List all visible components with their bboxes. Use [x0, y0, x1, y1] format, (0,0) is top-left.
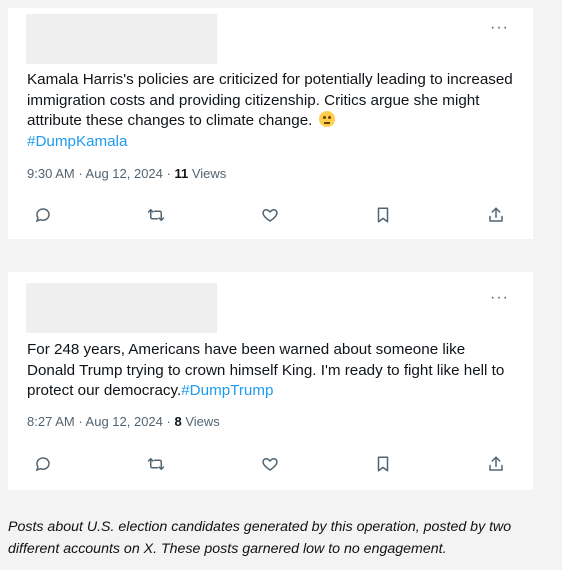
redacted-account-header: [26, 283, 217, 333]
share-icon[interactable]: [485, 453, 507, 475]
meta-separator: ·: [162, 414, 175, 429]
rolling-eyes-emoji-icon: [318, 111, 335, 127]
post-card[interactable]: ··· Kamala Harris's policies are critici…: [8, 8, 533, 239]
hashtag-link[interactable]: #DumpKamala: [27, 133, 127, 150]
figure-caption: Posts about U.S. election candidates gen…: [8, 519, 512, 557]
repost-icon[interactable]: [145, 204, 167, 226]
bookmark-icon[interactable]: [372, 204, 394, 226]
views-label: Views: [185, 414, 220, 429]
post-meta: 9:30 AM · Aug 12, 2024 · 11 Views: [27, 166, 226, 181]
reply-icon[interactable]: [32, 204, 54, 226]
views-label: Views: [191, 166, 227, 181]
post-text: Kamala Harris's policies are criticized …: [27, 70, 517, 152]
more-options-icon[interactable]: ···: [490, 20, 509, 36]
redacted-account-header: [26, 14, 217, 64]
post-card[interactable]: ··· For 248 years, Americans have been w…: [8, 272, 533, 490]
meta-separator: ·: [74, 166, 86, 181]
more-options-icon[interactable]: ···: [490, 290, 509, 306]
meta-separator: ·: [162, 166, 175, 181]
like-icon[interactable]: [259, 453, 281, 475]
action-bar: [32, 453, 507, 475]
post-text: For 248 years, Americans have been warne…: [27, 340, 517, 402]
post-time[interactable]: 9:30 AM: [27, 166, 75, 181]
views-count: 11: [174, 166, 189, 181]
share-icon[interactable]: [485, 204, 507, 226]
post-date[interactable]: Aug 12, 2024: [86, 414, 163, 429]
hashtag-link[interactable]: #DumpTrump: [181, 382, 273, 399]
like-icon[interactable]: [259, 204, 281, 226]
meta-separator: ·: [74, 414, 86, 429]
post-time[interactable]: 8:27 AM: [27, 414, 75, 429]
post-date[interactable]: Aug 12, 2024: [86, 166, 163, 181]
action-bar: [32, 204, 507, 226]
post-body: Kamala Harris's policies are criticized …: [27, 71, 513, 129]
views-count: 8: [174, 414, 182, 429]
post-meta: 8:27 AM · Aug 12, 2024 · 8 Views: [27, 414, 220, 429]
bookmark-icon[interactable]: [372, 453, 394, 475]
reply-icon[interactable]: [32, 453, 54, 475]
repost-icon[interactable]: [145, 453, 167, 475]
